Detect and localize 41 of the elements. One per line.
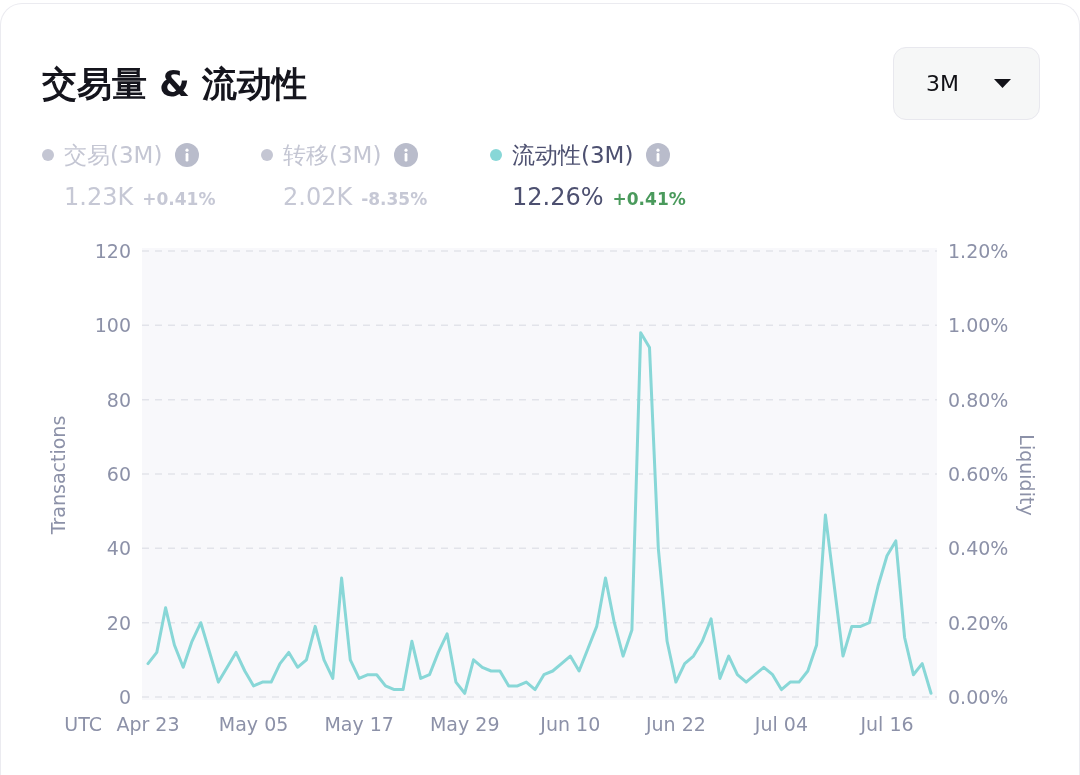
x-axis-title: UTC xyxy=(64,713,102,735)
y-axis-tick-label: 0.00% xyxy=(948,686,1009,708)
y-axis-tick-label: 40 xyxy=(106,537,131,560)
legend-dot-icon xyxy=(490,149,502,161)
legend-dot-icon xyxy=(261,149,273,161)
y-axis-tick-label: 0 xyxy=(118,686,131,708)
y-axis-tick-label: 0.80% xyxy=(948,388,1009,411)
y-axis-tick-label: 80 xyxy=(106,388,131,411)
y-axis-tick-label: 60 xyxy=(106,463,131,485)
period-dropdown[interactable]: 3M xyxy=(893,47,1040,120)
x-axis-tick-label: May 17 xyxy=(324,713,394,735)
y-axis-tick-label: 0.40% xyxy=(948,537,1009,560)
x-axis-tick-label: May 29 xyxy=(429,713,500,735)
info-icon[interactable] xyxy=(394,143,419,167)
legend-dot-icon xyxy=(42,149,54,161)
legend-change: +0.41% xyxy=(142,189,216,209)
y-axis-tick-label: 1.00% xyxy=(948,314,1009,337)
y-axis-tick-label: 0.60% xyxy=(948,463,1009,485)
y-axis-title: Transactions xyxy=(47,415,69,535)
caret-icon xyxy=(994,79,1011,88)
x-axis-tick-label: Apr 23 xyxy=(116,713,180,735)
x-axis-tick-label: Jun 10 xyxy=(540,713,601,735)
x-axis-tick-label: Jul 16 xyxy=(860,713,914,735)
y-axis-tick-label: 20 xyxy=(106,611,131,634)
y-axis-tick-label: 120 xyxy=(94,240,131,262)
x-axis-tick-label: Jun 22 xyxy=(645,713,706,735)
y-axis-tick-label: 1.20% xyxy=(948,240,1009,262)
card-title: 交易量 & 流动性 xyxy=(42,62,307,106)
y-axis-tick-label: 0.20% xyxy=(948,611,1009,634)
legend-value: 12.26% xyxy=(512,182,604,212)
legend-value: 2.02K xyxy=(283,182,353,212)
y-axis-title: Liquidity xyxy=(1016,434,1038,516)
y-axis-tick-label: 100 xyxy=(94,314,131,337)
x-axis-tick-label: Jul 04 xyxy=(754,713,808,735)
info-icon[interactable] xyxy=(175,143,200,167)
legend-toggle[interactable]: 流动性(3M) xyxy=(490,140,634,170)
x-axis-tick-label: May 05 xyxy=(218,713,289,735)
legend-change: -8.35% xyxy=(361,189,428,209)
info-icon[interactable] xyxy=(646,143,671,167)
legend-change: +0.41% xyxy=(612,189,686,209)
legend-value: 1.23K xyxy=(64,182,134,212)
